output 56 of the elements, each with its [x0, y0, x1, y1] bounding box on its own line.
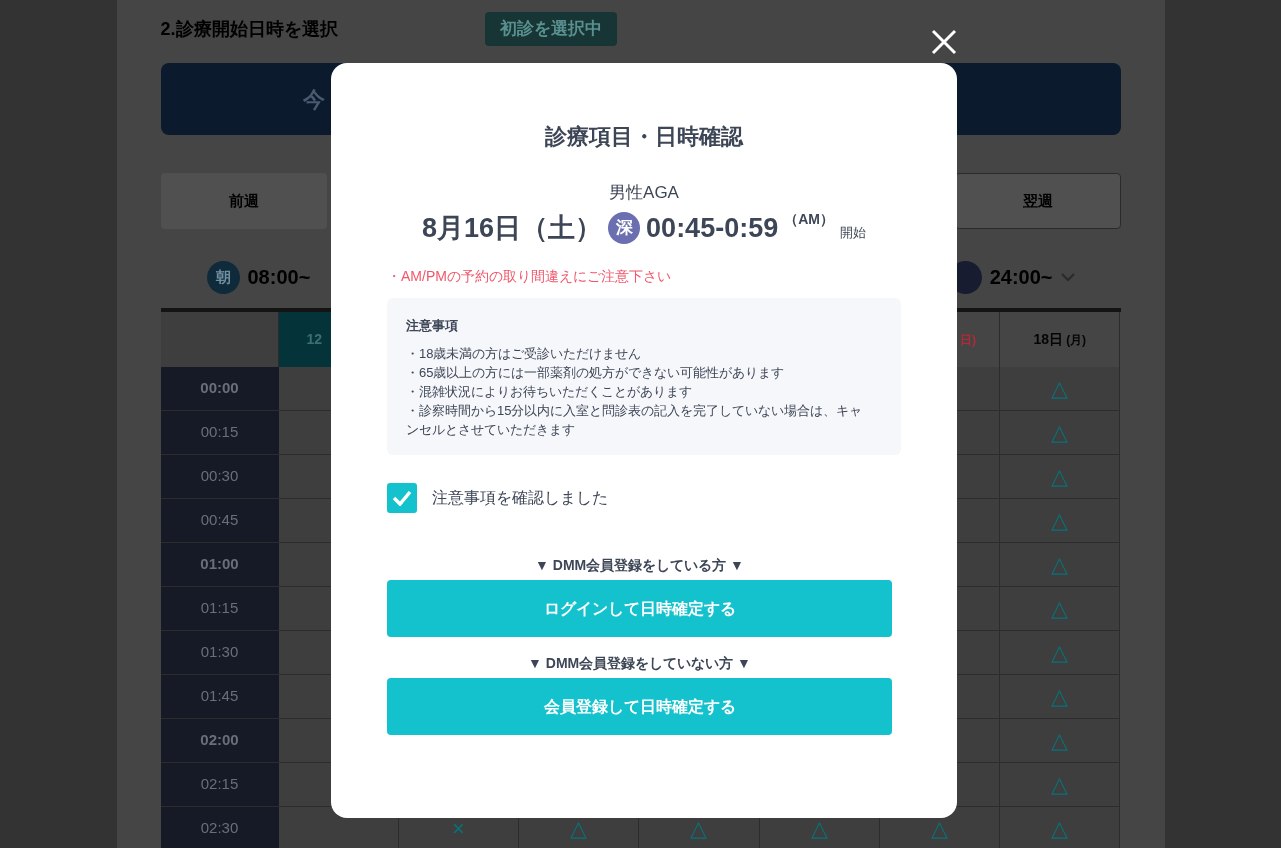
date-label: 12: [306, 330, 323, 349]
ampm-text: （AM）: [784, 210, 834, 229]
weekday-label: (月): [1066, 331, 1087, 349]
time-cell: 00:45: [160, 499, 279, 543]
slot-cell[interactable]: △: [1000, 807, 1121, 848]
slot-cell[interactable]: △: [1000, 719, 1121, 763]
slot-cell[interactable]: △: [1000, 455, 1121, 499]
slot-cell[interactable]: △: [1000, 411, 1121, 455]
time-cell: 00:15: [160, 411, 279, 455]
warning-text: ・AM/PMの予約の取り間違えにご注意下さい: [387, 267, 672, 286]
start-suffix: 開始: [839, 223, 866, 242]
time-cell: 00:00: [160, 367, 279, 411]
notice-line: ・診察時間から15分以内に入室と問診表の記入を完了していない場合は、キャンセルとさせていただきます: [406, 402, 864, 439]
close-button[interactable]: [929, 27, 959, 57]
confirm-button[interactable]: 会員登録して日時確定する: [387, 678, 892, 735]
notice-heading: 注意事項: [406, 317, 459, 335]
date-text: 8月16日（土）: [422, 212, 603, 245]
notice-line: ・18歳未満の方はご受診いただけません: [406, 345, 643, 363]
time-cell: 02:00: [160, 719, 279, 763]
time-cell: 02:15: [160, 763, 279, 807]
status-badge: 初診を選択中: [484, 12, 617, 46]
member-caption: ▼ DMM会員登録をしている方 ▼: [534, 556, 745, 575]
time-text: 00:45-0:59: [646, 212, 779, 245]
date-label: 18日: [1033, 330, 1064, 349]
menu-name: 男性AGA: [608, 182, 680, 204]
slot-cell[interactable]: △: [1000, 367, 1121, 411]
notice-line: ・混雑状況によりお待ちいただくことがあります: [406, 383, 693, 401]
time-cell: 01:45: [160, 675, 279, 719]
time-cell: 01:30: [160, 631, 279, 675]
weekday-label: 日): [959, 331, 976, 349]
end-time-label: 24:00~: [989, 265, 1053, 290]
dialog-title: 診療項目・日時確認: [544, 123, 745, 151]
slot-cell[interactable]: △: [1000, 499, 1121, 543]
slot-cell[interactable]: △: [1000, 587, 1121, 631]
banner-text: 今: [302, 85, 325, 114]
start-time-label: 08:00~: [247, 265, 311, 290]
close-icon: [931, 29, 957, 55]
morning-badge: 朝: [206, 260, 240, 294]
slot-cell[interactable]: △: [1000, 675, 1121, 719]
checkmark-icon: [392, 490, 412, 506]
time-cell: 02:30: [160, 807, 279, 848]
time-cell: 01:15: [160, 587, 279, 631]
slot-cell[interactable]: △: [1000, 631, 1121, 675]
period-badge: 深: [608, 212, 641, 244]
slot-cell[interactable]: △: [1000, 763, 1121, 807]
time-cell: 01:00: [160, 543, 279, 587]
confirm-checkbox[interactable]: [387, 483, 417, 513]
member-caption: ▼ DMM会員登録をしていない方 ▼: [527, 654, 752, 673]
slot-cell[interactable]: △: [1000, 543, 1121, 587]
week-nav-button[interactable]: 翌週: [954, 173, 1121, 229]
notice-line: ・65歳以上の方には一部薬剤の処方ができない可能性があります: [406, 364, 786, 382]
section-title: 2.診療開始日時を選択: [160, 17, 339, 41]
confirm-button[interactable]: ログインして日時確定する: [387, 580, 892, 637]
time-cell: 00:30: [160, 455, 279, 499]
week-nav-button[interactable]: 前週: [160, 173, 327, 229]
confirm-label: 注意事項を確認しました: [432, 488, 608, 508]
